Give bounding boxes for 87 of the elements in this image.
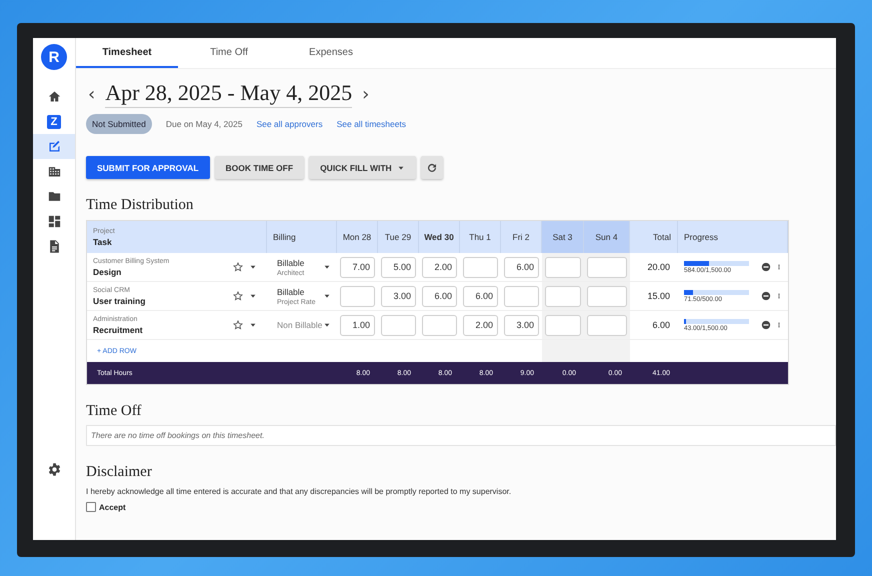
day-header: Sun 4 <box>584 221 630 253</box>
sidebar-item[interactable] <box>33 134 75 159</box>
caret-icon <box>323 321 331 329</box>
settings-icon <box>46 462 62 477</box>
hours-field[interactable] <box>463 256 498 278</box>
caret-icon <box>249 292 257 300</box>
tab[interactable]: Timesheet <box>76 38 178 68</box>
refresh-button[interactable] <box>420 156 443 179</box>
submit-button[interactable]: SUBMIT FOR APPROVAL <box>86 156 210 179</box>
hours-field[interactable]: 7.00 <box>340 256 375 278</box>
caret-icon <box>249 263 257 271</box>
refresh-icon <box>426 162 438 174</box>
hours-field[interactable]: 1.00 <box>340 314 375 336</box>
caret-icon <box>323 263 331 271</box>
hours-field[interactable] <box>340 286 375 306</box>
tab[interactable]: Time Off <box>178 38 280 68</box>
section-title: Disclaimer <box>86 464 153 481</box>
day-header: Sat 3 <box>542 221 584 253</box>
hours-field[interactable]: 2.00 <box>422 256 457 278</box>
more-icon[interactable] <box>776 320 782 330</box>
hours-field[interactable]: 3.00 <box>381 286 416 306</box>
day-header: Fri 2 <box>501 221 542 253</box>
hours-field[interactable] <box>504 286 539 306</box>
link[interactable]: See all timesheets <box>336 119 406 129</box>
home-icon <box>46 89 62 104</box>
star-icon[interactable] <box>233 320 243 330</box>
hours-field[interactable]: 6.00 <box>422 286 457 306</box>
letter-badge-icon: Z <box>47 114 61 128</box>
previous-button[interactable]: ‹ <box>86 84 98 104</box>
row-total: 15.00 <box>630 282 678 311</box>
hours-field[interactable] <box>545 314 581 336</box>
hours-field[interactable]: 6.00 <box>463 286 498 306</box>
hours-field[interactable]: 5.00 <box>381 256 416 278</box>
caret-icon <box>323 292 331 300</box>
building-icon <box>46 164 62 179</box>
remove-icon[interactable] <box>761 262 771 272</box>
hours-field[interactable] <box>545 286 581 306</box>
hours-field[interactable] <box>587 286 627 306</box>
timesheet-icon <box>46 139 62 154</box>
column-header: Task <box>93 236 113 246</box>
hours-field[interactable]: 6.00 <box>504 256 539 278</box>
folder-icon <box>46 189 62 204</box>
checkbox[interactable] <box>86 502 96 512</box>
billing-type[interactable]: Billable <box>277 286 316 296</box>
link[interactable]: See all approvers <box>256 119 323 129</box>
dropdown-button[interactable]: QUICK FILL WITH <box>309 156 416 179</box>
task-name: User training <box>93 296 146 306</box>
more-icon[interactable] <box>776 262 782 272</box>
tab[interactable]: Expenses <box>280 38 382 68</box>
hours-field[interactable] <box>587 314 627 336</box>
more-icon[interactable] <box>776 291 782 301</box>
row-total: 6.00 <box>630 311 678 340</box>
accept-checkbox[interactable]: Accept <box>86 502 836 512</box>
due-date: Due on May 4, 2025 <box>166 119 242 129</box>
remove-icon[interactable] <box>761 320 771 330</box>
day-header: Wed 30 <box>419 221 460 253</box>
status-chip: Not Submitted <box>86 114 152 134</box>
column-header: Billing <box>267 221 337 253</box>
hours-field[interactable] <box>381 314 416 336</box>
star-icon[interactable] <box>233 291 243 301</box>
sidebar-item[interactable]: Z <box>33 109 75 134</box>
hours-field[interactable] <box>422 314 457 336</box>
star-icon[interactable] <box>233 262 243 272</box>
hours-field[interactable] <box>545 256 581 278</box>
day-header: Tue 29 <box>378 221 419 253</box>
task-name: Recruitment <box>93 324 143 334</box>
caret-icon <box>249 321 257 329</box>
column-header: Progress <box>678 221 788 253</box>
day-header: Thu 1 <box>460 221 501 253</box>
remove-icon[interactable] <box>761 291 771 301</box>
billing-type[interactable]: Billable <box>277 258 304 268</box>
next-button[interactable]: › <box>360 84 372 104</box>
section-title: Time Distribution <box>86 197 194 214</box>
app-logo[interactable]: R <box>41 44 67 70</box>
period-title: Apr 28, 2025 - May 4, 2025 <box>105 80 352 108</box>
hours-field[interactable] <box>587 256 627 278</box>
hours-field[interactable]: 3.00 <box>504 314 539 336</box>
day-header: Mon 28 <box>337 221 378 253</box>
disclaimer-text: I hereby acknowledge all time entered is accurate and that any discrepancies will be promptly reported to my supervisor. <box>86 487 512 496</box>
row-total: 20.00 <box>630 253 678 282</box>
section-title: Time Off <box>86 403 142 420</box>
dashboard-icon <box>46 214 62 229</box>
hours-field[interactable]: 2.00 <box>463 314 498 336</box>
column-header: Total <box>630 221 678 253</box>
action-button[interactable]: BOOK TIME OFF <box>214 156 304 179</box>
task-name: Design <box>93 266 122 276</box>
empty-notice: There are no time off bookings on this timesheet. <box>86 425 836 446</box>
